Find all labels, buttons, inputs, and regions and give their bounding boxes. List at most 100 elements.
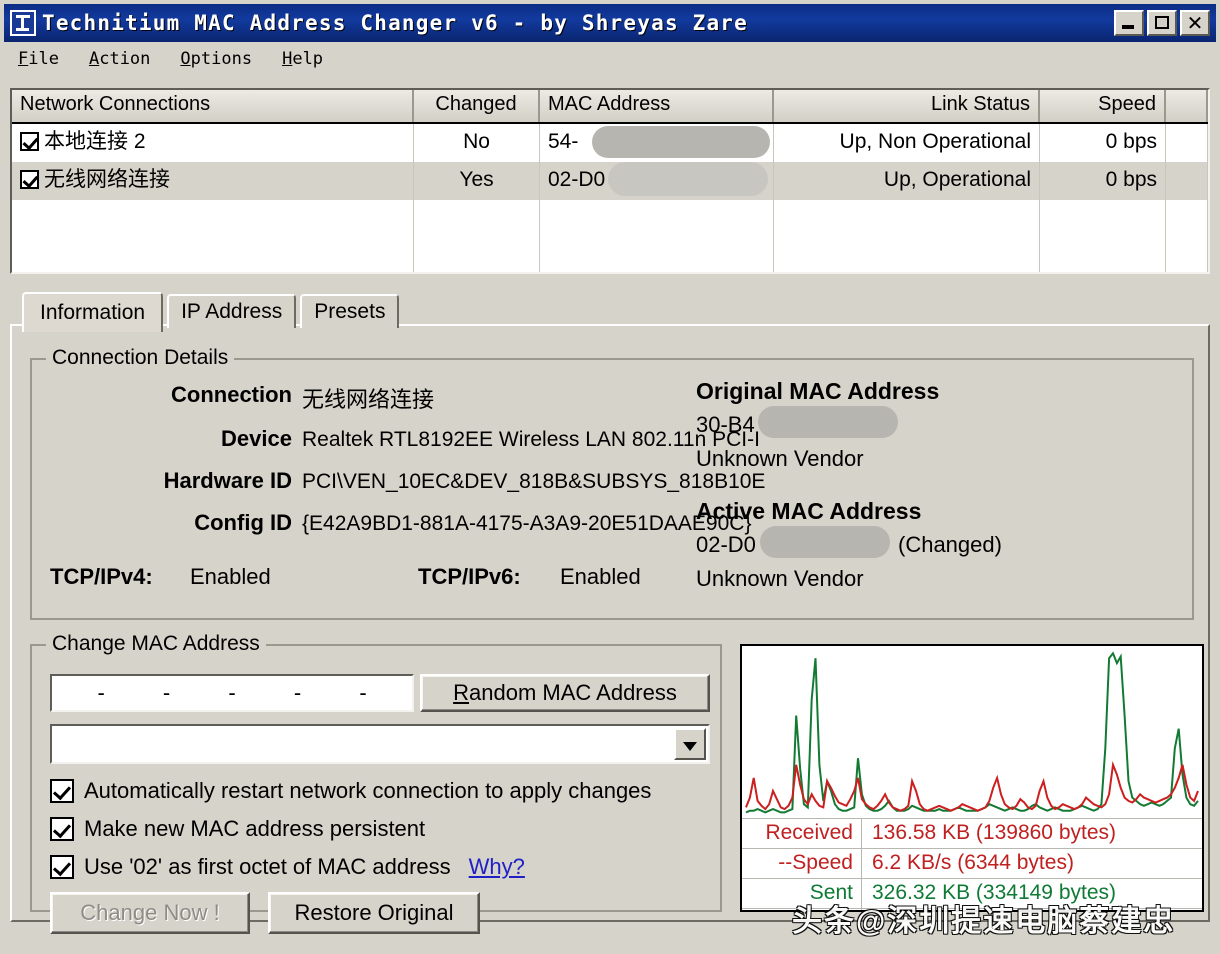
original-mac-vendor: Unknown Vendor [696, 446, 864, 471]
traffic-row-sent-speed: --Speed 3.72 KB/s (3801 bytes) [742, 908, 1202, 910]
list-empty-row [12, 238, 1208, 272]
minimize-button[interactable] [1114, 10, 1144, 36]
empty-cell [540, 200, 774, 238]
checkbox-auto-restart-label: Automatically restart network connection… [84, 778, 652, 803]
tab-information[interactable]: Information [22, 292, 164, 332]
row-extra [1166, 124, 1208, 162]
tab-strip: Information IP Address Presets [22, 292, 403, 332]
label-tcpipv6: TCP/IPv6: [418, 564, 521, 589]
random-mac-address-button[interactable]: Random MAC Address [420, 674, 710, 712]
row-connection-name: 无线网络连接 [12, 162, 414, 200]
empty-cell [414, 238, 540, 272]
checkbox-persistent-icon[interactable] [50, 817, 74, 841]
row-checkbox-icon[interactable] [20, 170, 39, 189]
empty-cell [774, 238, 1040, 272]
column-header-mac-address[interactable]: MAC Address [540, 90, 774, 122]
empty-cell [414, 200, 540, 238]
row-extra [1166, 162, 1208, 200]
row-changed: Yes [414, 162, 540, 200]
traffic-row-received-speed: --Speed 6.2 KB/s (6344 bytes) [742, 848, 1202, 878]
window-title: Technitium MAC Address Changer v6 - by S… [42, 11, 748, 35]
traffic-value-sent: 326.32 KB (334149 bytes) [872, 881, 1117, 904]
traffic-label-received: Received [742, 819, 862, 848]
label-tcpipv4: TCP/IPv4: [50, 564, 153, 589]
tab-control: Information IP Address Presets Connectio… [10, 292, 1210, 934]
menu-action[interactable]: Action [89, 49, 150, 69]
checkbox-auto-restart-icon[interactable] [50, 779, 74, 803]
tab-presets[interactable]: Presets [300, 294, 400, 328]
tab-panel-information: Connection Details Connection 无线网络连接 Dev… [10, 324, 1210, 934]
row-link-status: Up, Non Operational [774, 124, 1040, 162]
row-mac-address: 54- [540, 124, 774, 162]
empty-cell [12, 238, 414, 272]
traffic-stats-table: Received 136.58 KB (139860 bytes) --Spee… [742, 818, 1202, 910]
change-now-button[interactable]: Change Now ! [50, 892, 250, 934]
change-now-label: Change Now ! [80, 900, 220, 925]
column-header-changed[interactable]: Changed [414, 90, 540, 122]
network-traffic-panel: Received 136.58 KB (139860 bytes) --Spee… [740, 644, 1204, 912]
redaction-blob [608, 162, 768, 196]
traffic-label-sent: Sent [742, 879, 862, 908]
traffic-row-sent: Sent 326.32 KB (334149 bytes) [742, 878, 1202, 908]
mac-sep-5: - [359, 680, 367, 705]
table-row[interactable]: 本地连接 2 No 54- Up, Non Operational 0 bps [12, 124, 1208, 162]
value-hardware-id: PCI\VEN_10EC&DEV_818B&SUBSYS_818B10E [302, 470, 766, 493]
label-config-id: Config ID [194, 510, 292, 535]
list-header: Network Connections Changed MAC Address … [12, 90, 1208, 124]
table-row[interactable]: 无线网络连接 Yes 02-D0 Up, Operational 0 bps [12, 162, 1208, 200]
connection-details-group: Connection Details Connection 无线网络连接 Dev… [30, 346, 1194, 620]
empty-cell [1166, 238, 1208, 272]
close-icon: ✕ [1186, 11, 1204, 35]
network-connections-list[interactable]: Network Connections Changed MAC Address … [10, 88, 1210, 274]
preset-combobox[interactable] [50, 724, 710, 764]
active-mac-heading: Active MAC Address [696, 498, 922, 524]
tab-ip-address[interactable]: IP Address [167, 294, 297, 328]
row-mac-address: 02-D0 [540, 162, 774, 200]
row-checkbox-icon[interactable] [20, 132, 39, 151]
traffic-value-received-speed: 6.2 KB/s (6344 bytes) [872, 851, 1074, 874]
connection-details-label: Connection Details [46, 346, 235, 370]
column-header-link-status[interactable]: Link Status [774, 90, 1040, 122]
checkbox-persistent-label: Make new MAC address persistent [84, 816, 426, 841]
random-accel: R [453, 680, 469, 705]
value-connection: 无线网络连接 [302, 387, 435, 412]
empty-cell [540, 238, 774, 272]
redaction-blob [760, 526, 890, 558]
menu-options[interactable]: Options [180, 49, 252, 69]
traffic-row-received: Received 136.58 KB (139860 bytes) [742, 818, 1202, 848]
row-changed: No [414, 124, 540, 162]
traffic-label-received-speed: --Speed [742, 849, 862, 878]
mac-sep-3: - [228, 680, 236, 705]
empty-cell [774, 200, 1040, 238]
mac-sep-4: - [293, 680, 302, 705]
maximize-button[interactable] [1147, 10, 1177, 36]
checkbox-auto-restart[interactable]: Automatically restart network connection… [50, 778, 651, 804]
column-header-extra[interactable] [1166, 90, 1208, 122]
menu-file[interactable]: File [18, 49, 59, 69]
restore-original-button[interactable]: Restore Original [268, 892, 480, 934]
active-mac-vendor: Unknown Vendor [696, 566, 864, 591]
close-button[interactable]: ✕ [1180, 10, 1210, 36]
mac-address-input[interactable]: - - - - - [50, 674, 414, 712]
checkbox-use-02-octet[interactable]: Use '02' as first octet of MAC address W… [50, 854, 525, 880]
redaction-blob [592, 126, 770, 158]
value-tcpipv6: Enabled [560, 564, 641, 589]
original-mac-heading: Original MAC Address [696, 378, 940, 404]
app-logo-icon [10, 10, 36, 36]
chevron-down-icon[interactable] [674, 728, 706, 760]
empty-cell [1040, 200, 1166, 238]
original-mac-value: 30-B4 [696, 412, 755, 437]
traffic-label-sent-speed: --Speed [742, 909, 862, 910]
column-header-network-connections[interactable]: Network Connections [12, 90, 414, 122]
row-link-status: Up, Operational [774, 162, 1040, 200]
traffic-chart-svg [745, 651, 1199, 814]
traffic-value-sent-speed: 3.72 KB/s (3801 bytes) [862, 909, 1202, 910]
checkbox-use-02-octet-icon[interactable] [50, 855, 74, 879]
checkbox-persistent[interactable]: Make new MAC address persistent [50, 816, 425, 842]
value-config-id: {E42A9BD1-881A-4175-A3A9-20E51DAAE90C} [302, 512, 752, 535]
column-header-speed[interactable]: Speed [1040, 90, 1166, 122]
row-connection-name: 本地连接 2 [12, 124, 414, 162]
menu-help[interactable]: Help [282, 49, 323, 69]
empty-cell [1040, 238, 1166, 272]
why-link[interactable]: Why? [469, 854, 525, 880]
